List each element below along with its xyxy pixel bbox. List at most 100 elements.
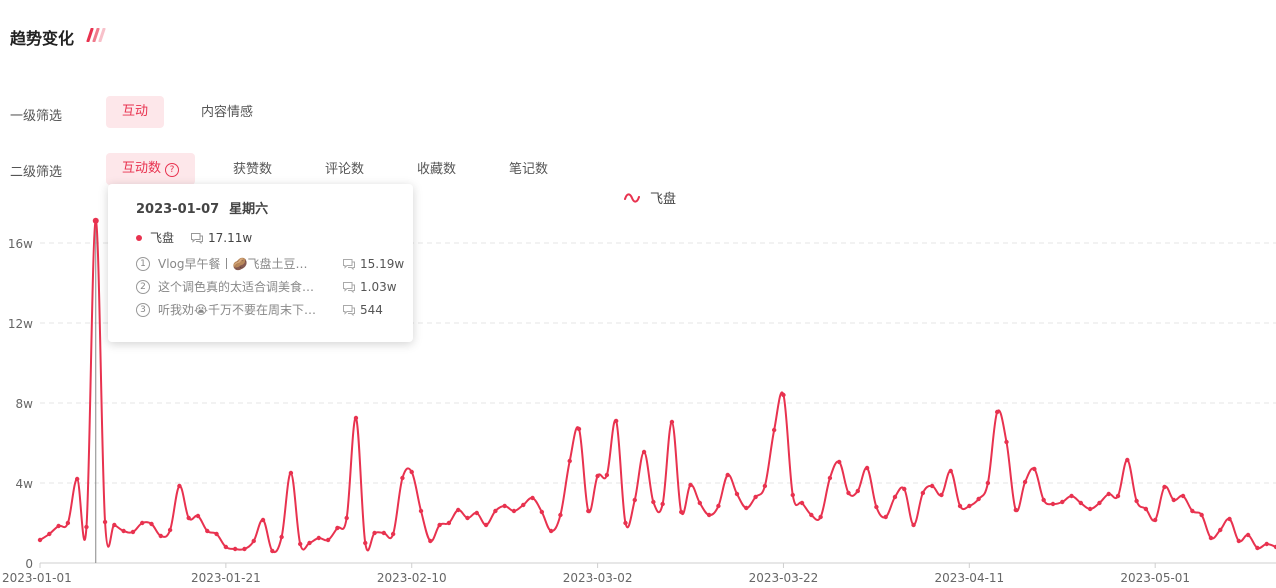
filter-option-favorites[interactable]: 收藏数 bbox=[401, 154, 472, 186]
data-point[interactable] bbox=[214, 531, 219, 537]
data-point[interactable] bbox=[855, 488, 861, 494]
data-point[interactable] bbox=[939, 492, 944, 498]
data-point[interactable] bbox=[84, 524, 89, 530]
data-point[interactable] bbox=[1180, 493, 1186, 499]
data-point[interactable] bbox=[92, 217, 99, 224]
data-point[interactable] bbox=[716, 503, 721, 509]
data-point[interactable] bbox=[576, 426, 582, 432]
data-point[interactable] bbox=[1245, 532, 1251, 538]
data-point[interactable] bbox=[409, 469, 414, 475]
data-point[interactable] bbox=[167, 527, 173, 533]
data-point[interactable] bbox=[223, 544, 229, 550]
data-point[interactable] bbox=[530, 495, 535, 501]
data-point[interactable] bbox=[1050, 501, 1056, 507]
data-point[interactable] bbox=[37, 537, 43, 543]
help-icon[interactable]: ? bbox=[165, 163, 180, 177]
data-point[interactable] bbox=[818, 514, 823, 520]
data-point[interactable] bbox=[400, 475, 405, 481]
data-point[interactable] bbox=[651, 499, 656, 505]
data-point[interactable] bbox=[1264, 541, 1269, 547]
data-point[interactable] bbox=[892, 494, 898, 500]
data-point[interactable] bbox=[260, 517, 266, 523]
data-point[interactable] bbox=[567, 458, 572, 464]
data-point[interactable] bbox=[65, 520, 71, 526]
data-point[interactable] bbox=[121, 528, 126, 534]
data-point[interactable] bbox=[725, 472, 730, 478]
data-point[interactable] bbox=[706, 512, 712, 518]
data-point[interactable] bbox=[985, 480, 991, 486]
data-point[interactable] bbox=[363, 540, 368, 546]
data-point[interactable] bbox=[288, 470, 294, 476]
data-point[interactable] bbox=[734, 491, 740, 497]
data-point[interactable] bbox=[771, 427, 777, 433]
data-point[interactable] bbox=[353, 415, 359, 421]
data-point[interactable] bbox=[1162, 484, 1167, 490]
data-point[interactable] bbox=[140, 520, 145, 526]
filter-option-comments[interactable]: 评论数 bbox=[309, 154, 380, 186]
data-point[interactable] bbox=[1199, 512, 1204, 518]
data-point[interactable] bbox=[186, 515, 191, 521]
data-point[interactable] bbox=[1255, 545, 1260, 551]
data-point[interactable] bbox=[753, 494, 758, 500]
data-point[interactable] bbox=[1078, 500, 1084, 506]
data-point[interactable] bbox=[976, 496, 981, 502]
data-point[interactable] bbox=[307, 540, 312, 546]
data-point[interactable] bbox=[335, 525, 340, 531]
data-point[interactable] bbox=[1097, 500, 1102, 506]
data-point[interactable] bbox=[493, 508, 498, 514]
data-point[interactable] bbox=[1060, 499, 1065, 505]
data-point[interactable] bbox=[641, 449, 647, 455]
data-point[interactable] bbox=[827, 475, 833, 481]
data-point[interactable] bbox=[864, 465, 870, 471]
data-point[interactable] bbox=[697, 500, 703, 506]
data-point[interactable] bbox=[428, 538, 433, 544]
data-point[interactable] bbox=[967, 503, 972, 509]
data-point[interactable] bbox=[1106, 491, 1111, 497]
data-point[interactable] bbox=[242, 546, 247, 552]
data-point[interactable] bbox=[558, 512, 563, 518]
data-point[interactable] bbox=[1013, 507, 1018, 513]
data-point[interactable] bbox=[1208, 535, 1214, 541]
data-point[interactable] bbox=[948, 468, 953, 474]
data-point[interactable] bbox=[205, 528, 210, 534]
data-point[interactable] bbox=[1218, 527, 1223, 533]
data-point[interactable] bbox=[1171, 497, 1176, 503]
data-point[interactable] bbox=[390, 531, 396, 537]
data-point[interactable] bbox=[74, 476, 80, 482]
data-point[interactable] bbox=[130, 529, 136, 535]
data-point[interactable] bbox=[595, 473, 600, 479]
data-point[interactable] bbox=[613, 418, 619, 424]
data-point[interactable] bbox=[1115, 493, 1121, 499]
data-point[interactable] bbox=[957, 503, 963, 509]
data-point[interactable] bbox=[874, 504, 879, 510]
data-point[interactable] bbox=[446, 520, 452, 526]
data-point[interactable] bbox=[298, 541, 303, 547]
data-point[interactable] bbox=[539, 509, 545, 515]
data-point[interactable] bbox=[521, 502, 526, 508]
data-point[interactable] bbox=[251, 538, 256, 544]
data-point[interactable] bbox=[465, 515, 470, 521]
data-point[interactable] bbox=[1190, 508, 1195, 514]
data-point[interactable] bbox=[455, 507, 461, 513]
data-point[interactable] bbox=[483, 522, 489, 528]
data-point[interactable] bbox=[929, 483, 935, 489]
data-point[interactable] bbox=[1152, 517, 1158, 523]
data-point[interactable] bbox=[548, 528, 554, 534]
data-point[interactable] bbox=[744, 505, 749, 511]
data-point[interactable] bbox=[1227, 516, 1232, 522]
data-point[interactable] bbox=[316, 535, 321, 541]
data-point[interactable] bbox=[102, 519, 108, 525]
data-point[interactable] bbox=[1134, 498, 1139, 504]
data-point[interactable] bbox=[502, 503, 507, 509]
data-point[interactable] bbox=[1004, 439, 1009, 445]
data-point[interactable] bbox=[418, 508, 424, 514]
data-point[interactable] bbox=[679, 509, 684, 515]
data-point[interactable] bbox=[177, 483, 182, 489]
data-point[interactable] bbox=[270, 548, 275, 554]
data-point[interactable] bbox=[279, 534, 284, 540]
data-point[interactable] bbox=[762, 483, 768, 489]
data-point[interactable] bbox=[232, 546, 238, 552]
data-point[interactable] bbox=[669, 419, 675, 425]
data-point[interactable] bbox=[604, 472, 610, 478]
data-point[interactable] bbox=[195, 513, 201, 519]
